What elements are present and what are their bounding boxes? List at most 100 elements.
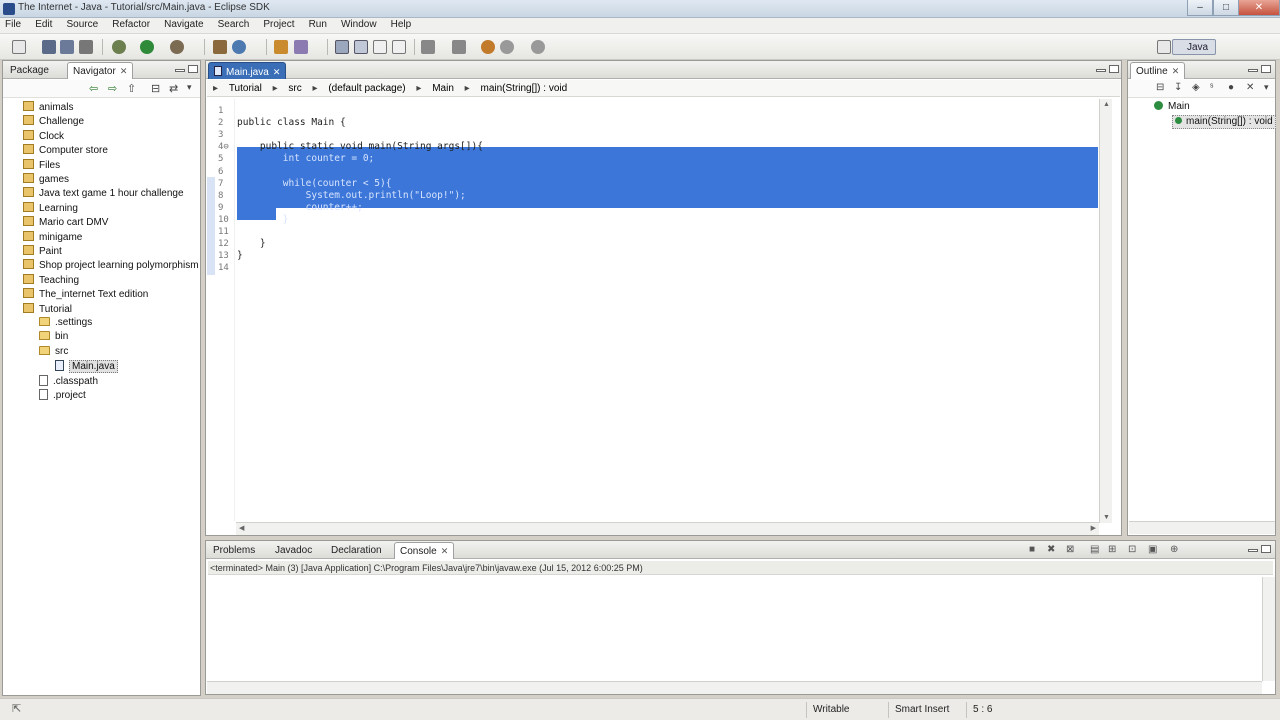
menu-search[interactable]: Search [213,18,256,30]
open-type-icon[interactable] [274,40,288,54]
view-menu-icon[interactable]: ▾ [1264,82,1269,93]
open-perspective-icon[interactable] [1157,40,1171,54]
toggle-breadcrumb-icon[interactable] [392,40,406,54]
save-icon[interactable] [42,40,56,54]
tree-item-project[interactable]: Tutorial [23,302,72,317]
collapse-all-icon[interactable]: ⊟ [151,82,160,95]
remove-launch-icon[interactable]: ✖ [1047,544,1055,555]
run-icon[interactable] [140,40,154,54]
menu-edit[interactable]: Edit [30,18,58,30]
next-annotation-icon[interactable] [421,40,435,54]
tree-item-file[interactable]: .classpath [39,374,98,389]
tree-item-project[interactable]: Computer store [23,144,108,158]
close-icon[interactable]: ✕ [1172,66,1180,76]
console-vertical-scrollbar[interactable] [1262,577,1275,681]
breadcrumb-package[interactable]: (default package) [328,83,405,94]
editor-vertical-scrollbar[interactable]: ▲ ▼ [1099,99,1112,523]
maximize-view-icon[interactable] [188,65,198,73]
save-all-icon[interactable] [60,40,74,54]
window-title-bar[interactable]: The Internet - Java - Tutorial/src/Main.… [0,0,1280,18]
forward-arrow-icon[interactable]: ⇨ [108,82,117,95]
new-icon[interactable] [12,40,26,54]
hide-non-public-icon[interactable]: ● [1228,82,1234,93]
tab-main-java[interactable]: Main.java ✕ [208,62,287,79]
maximize-view-icon[interactable] [1261,545,1271,553]
pin-console-icon[interactable]: ⊡ [1128,544,1136,555]
close-icon[interactable]: ✕ [120,66,128,76]
fast-view-icon[interactable]: ⇱ [12,702,21,715]
minimize-button[interactable]: – [1187,0,1213,16]
scroll-down-icon[interactable]: ▼ [1103,514,1110,521]
back-arrow-icon[interactable]: ⇦ [89,82,98,95]
minimize-view-icon[interactable] [1248,549,1258,552]
console-horizontal-scrollbar[interactable] [207,681,1262,694]
tab-javadoc[interactable]: Javadoc [270,542,317,559]
minimize-view-icon[interactable] [1248,69,1258,72]
line-number-gutter[interactable]: 1 2 3 4⊖ 5 6 7 8 9 10 11 12 13 14 [207,99,235,521]
show-whitespace-icon[interactable] [373,40,387,54]
menu-source[interactable]: Source [61,18,104,30]
scroll-lock-icon[interactable]: ⊞ [1108,544,1116,555]
up-icon[interactable]: ⇧ [127,82,136,95]
maximize-view-icon[interactable] [1109,65,1119,73]
collapse-all-icon[interactable]: ⊟ [1156,82,1164,93]
console-output-area[interactable] [207,577,1262,681]
new-java-project-icon[interactable] [213,40,227,54]
tree-item-folder[interactable]: .settings [39,317,92,331]
print-icon[interactable] [79,40,93,54]
java-perspective-button[interactable]: Java [1172,39,1216,55]
forward-icon[interactable] [531,40,545,54]
tree-item-project[interactable]: Java text game 1 hour challenge [23,187,184,201]
tab-console[interactable]: Console ✕ [394,542,455,559]
close-icon[interactable]: ✕ [441,546,449,556]
menu-file[interactable]: File [0,18,27,30]
close-icon[interactable]: ✕ [273,67,281,77]
hide-static-icon[interactable]: ˢ [1210,82,1213,93]
tree-item-project[interactable]: Challenge [23,115,84,129]
scroll-right-icon[interactable]: ▶ [1091,524,1096,532]
hide-fields-icon[interactable]: ◈ [1192,82,1200,93]
tree-item-project[interactable]: Learning [23,201,78,216]
debug-icon[interactable] [112,40,126,54]
maximize-button[interactable]: □ [1213,0,1239,16]
breadcrumb-src[interactable]: src [288,83,301,94]
back-icon[interactable] [500,40,514,54]
terminate-icon[interactable]: ■ [1029,544,1035,555]
tree-item-java[interactable]: Main.java [55,360,118,374]
outline-item-method[interactable]: main(String[]) : void [1172,115,1276,129]
menu-help[interactable]: Help [386,18,418,30]
tab-outline[interactable]: Outline ✕ [1130,62,1186,79]
tree-item-folder[interactable]: src [39,345,68,360]
new-class-icon[interactable] [232,40,246,54]
tree-item-project[interactable]: games [23,173,69,187]
minimize-view-icon[interactable] [175,69,185,72]
menu-run[interactable]: Run [304,18,333,30]
clear-console-icon[interactable]: ▤ [1090,544,1099,555]
toggle-block-selection-icon[interactable] [354,40,368,54]
menu-project[interactable]: Project [258,18,300,30]
tree-item-project[interactable]: minigame [23,230,82,245]
previous-annotation-icon[interactable] [452,40,466,54]
outline-item-class[interactable]: Main [1154,101,1190,115]
tree-item-project[interactable]: Mario cart DMV [23,216,108,230]
scroll-left-icon[interactable]: ◀ [239,524,244,532]
minimize-view-icon[interactable] [1096,69,1106,72]
external-tools-icon[interactable] [170,40,184,54]
link-with-editor-icon[interactable]: ⇄ [169,82,178,95]
editor-horizontal-scrollbar[interactable]: ◀ ▶ [236,522,1099,535]
last-edit-location-icon[interactable] [481,40,495,54]
menu-window[interactable]: Window [336,18,383,30]
tree-item-project[interactable]: Clock [23,129,64,144]
status-insert-mode[interactable]: Smart Insert [888,702,966,718]
tab-declaration[interactable]: Declaration [326,542,387,559]
view-menu-icon[interactable]: ▾ [187,82,192,93]
scroll-up-icon[interactable]: ▲ [1103,101,1110,108]
remove-all-terminated-icon[interactable]: ⊠ [1066,544,1074,555]
tree-item-project[interactable]: Shop project learning polymorphism [23,259,199,273]
tree-item-project[interactable]: Teaching [23,273,79,288]
sort-icon[interactable]: ↧ [1174,82,1182,93]
breadcrumb-method[interactable]: main(String[]) : void [480,83,567,94]
menu-refactor[interactable]: Refactor [107,18,156,30]
toggle-mark-occurrences-icon[interactable] [335,40,349,54]
hide-local-types-icon[interactable]: ✕ [1246,82,1254,93]
